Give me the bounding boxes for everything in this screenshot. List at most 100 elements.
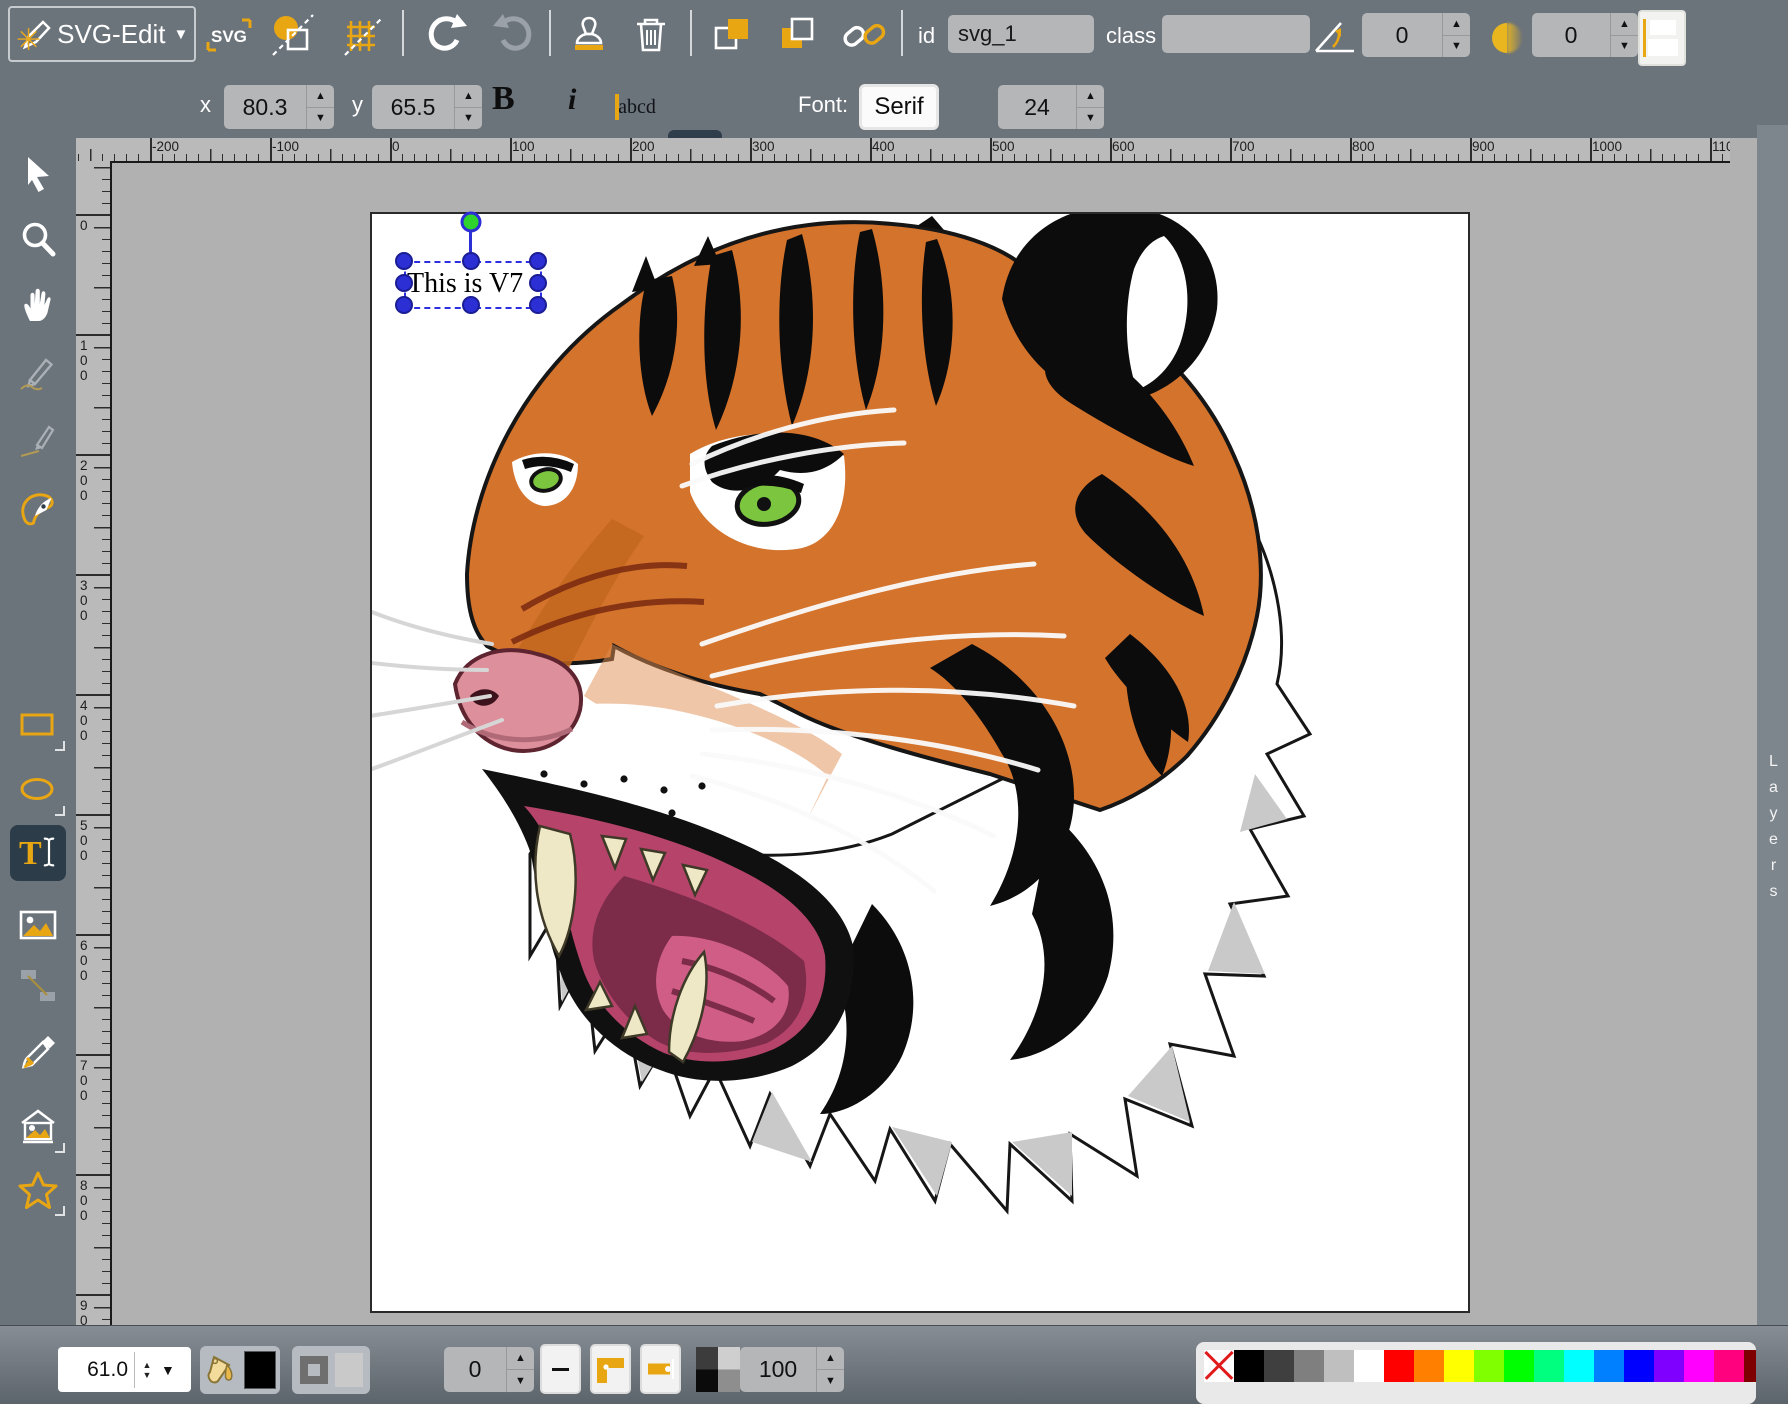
font-family-button[interactable]: Serif (862, 87, 936, 127)
layers-panel-toggle[interactable]: Layers (1757, 125, 1788, 1325)
blur-up-button[interactable]: ▲ (1611, 13, 1638, 36)
redo-icon[interactable] (488, 10, 538, 60)
linecap-button[interactable] (642, 1346, 679, 1392)
italic-button[interactable]: i (568, 83, 576, 117)
palette-swatch[interactable] (1504, 1350, 1534, 1382)
clone-icon[interactable] (564, 10, 614, 60)
font-size-input[interactable]: 24 (998, 85, 1076, 129)
y-input[interactable]: 65.5 (372, 85, 454, 129)
pencil-tool-button[interactable] (8, 345, 68, 401)
palette-swatch[interactable] (1444, 1350, 1474, 1382)
canvas-text-element[interactable]: This is V7 (407, 268, 523, 300)
stroke-dash-style-button[interactable] (542, 1346, 579, 1392)
zoom-input[interactable]: 61.0 (58, 1358, 128, 1382)
x-up-button[interactable]: ▲ (307, 85, 334, 108)
fill-color-swatch[interactable] (244, 1351, 276, 1389)
pan-tool-button[interactable] (8, 277, 68, 333)
eyedropper-tool-button[interactable] (8, 1025, 68, 1081)
star-tool-button[interactable] (8, 1163, 68, 1219)
opacity-up-button[interactable]: ▲ (817, 1347, 844, 1370)
class-input[interactable] (1162, 15, 1310, 53)
canvas-artwork-tiger[interactable] (372, 214, 1468, 1311)
move-to-back-icon[interactable] (772, 10, 822, 60)
stroke-width-down-button[interactable]: ▼ (507, 1370, 534, 1392)
main-menu-button[interactable]: ✳ SVG-Edit ▼ (8, 6, 196, 62)
resize-handle-e[interactable] (529, 274, 547, 292)
shape-library-tool-button[interactable] (8, 1100, 68, 1156)
id-input[interactable]: svg_1 (948, 15, 1094, 53)
select-tool-button[interactable] (8, 146, 68, 202)
link-icon[interactable] (838, 10, 890, 60)
path-tool-button[interactable] (8, 480, 68, 536)
palette-swatch[interactable] (1384, 1350, 1414, 1382)
svg-source-icon[interactable]: SVG (203, 12, 255, 58)
palette-swatch[interactable] (1354, 1350, 1384, 1382)
resize-handle-ne[interactable] (529, 252, 547, 270)
image-tool-button[interactable] (8, 897, 68, 953)
zoom-down-button[interactable]: ▼ (143, 1370, 152, 1380)
palette-swatch[interactable] (1234, 1350, 1264, 1382)
x-down-button[interactable]: ▼ (307, 108, 334, 130)
shapelib-flyout-arrow-icon[interactable] (55, 1143, 65, 1153)
zoom-tool-button[interactable] (8, 211, 68, 267)
resize-handle-w[interactable] (395, 274, 413, 292)
delete-icon[interactable] (626, 10, 676, 60)
text-tool-button[interactable]: T (10, 825, 66, 881)
resize-handle-n[interactable] (462, 252, 480, 270)
rect-flyout-arrow-icon[interactable] (55, 741, 65, 751)
bold-button[interactable]: B (492, 80, 515, 118)
stroke-ring-icon[interactable] (300, 1356, 328, 1384)
stroke-width-input[interactable]: 0 (444, 1347, 506, 1392)
rectangle-tool-button[interactable] (8, 698, 68, 754)
undo-icon[interactable] (422, 10, 472, 60)
angle-up-button[interactable]: ▲ (1443, 13, 1470, 36)
text-anchor-start-button[interactable]: abcd (610, 84, 664, 130)
angle-input[interactable]: 0 (1362, 13, 1442, 57)
blur-down-button[interactable]: ▼ (1611, 36, 1638, 58)
font-size-down-button[interactable]: ▼ (1077, 108, 1104, 130)
palette-swatch[interactable] (1264, 1350, 1294, 1382)
opacity-input[interactable]: 100 (740, 1347, 816, 1392)
stroke-color-swatch[interactable] (335, 1353, 363, 1387)
zoom-up-button[interactable]: ▲ (143, 1360, 152, 1370)
palette-swatch[interactable] (1474, 1350, 1504, 1382)
x-input[interactable]: 80.3 (224, 85, 306, 129)
palette-swatch[interactable] (1714, 1350, 1744, 1382)
opacity-gradient-icon[interactable] (696, 1347, 740, 1392)
resize-handle-s[interactable] (462, 296, 480, 314)
y-down-button[interactable]: ▼ (455, 108, 482, 130)
palette-swatch[interactable] (1534, 1350, 1564, 1382)
palette-swatch[interactable] (1684, 1350, 1714, 1382)
ellipse-flyout-arrow-icon[interactable] (55, 806, 65, 816)
rotate-handle[interactable] (461, 212, 482, 233)
panel-icon[interactable] (1640, 12, 1684, 64)
palette-swatch[interactable] (1744, 1350, 1756, 1382)
zoom-dropdown-caret-icon[interactable]: ▼ (161, 1362, 175, 1378)
linejoin-miter-button[interactable] (592, 1346, 629, 1392)
connector-tool-button[interactable] (8, 958, 68, 1014)
opacity-down-button[interactable]: ▼ (817, 1370, 844, 1392)
blur-input[interactable]: 0 (1532, 13, 1610, 57)
boolean-operations-icon[interactable] (268, 10, 318, 60)
palette-swatch[interactable] (1654, 1350, 1684, 1382)
palette-swatch[interactable] (1294, 1350, 1324, 1382)
angle-down-button[interactable]: ▼ (1443, 36, 1470, 58)
grid-icon[interactable] (338, 10, 388, 60)
palette-swatch[interactable] (1414, 1350, 1444, 1382)
palette-swatch[interactable] (1624, 1350, 1654, 1382)
resize-handle-nw[interactable] (395, 252, 413, 270)
line-tool-button[interactable] (8, 412, 68, 468)
star-flyout-arrow-icon[interactable] (55, 1206, 65, 1216)
stroke-width-up-button[interactable]: ▲ (507, 1347, 534, 1370)
palette-swatch[interactable] (1324, 1350, 1354, 1382)
resize-handle-se[interactable] (529, 296, 547, 314)
font-size-up-button[interactable]: ▲ (1077, 85, 1104, 108)
ellipse-tool-button[interactable] (8, 763, 68, 819)
y-up-button[interactable]: ▲ (455, 85, 482, 108)
move-to-front-icon[interactable] (708, 10, 758, 60)
palette-swatch[interactable] (1564, 1350, 1594, 1382)
resize-handle-sw[interactable] (395, 296, 413, 314)
palette-swatch-none[interactable] (1204, 1350, 1234, 1382)
palette-swatch[interactable] (1594, 1350, 1624, 1382)
svg-canvas[interactable] (372, 214, 1468, 1311)
